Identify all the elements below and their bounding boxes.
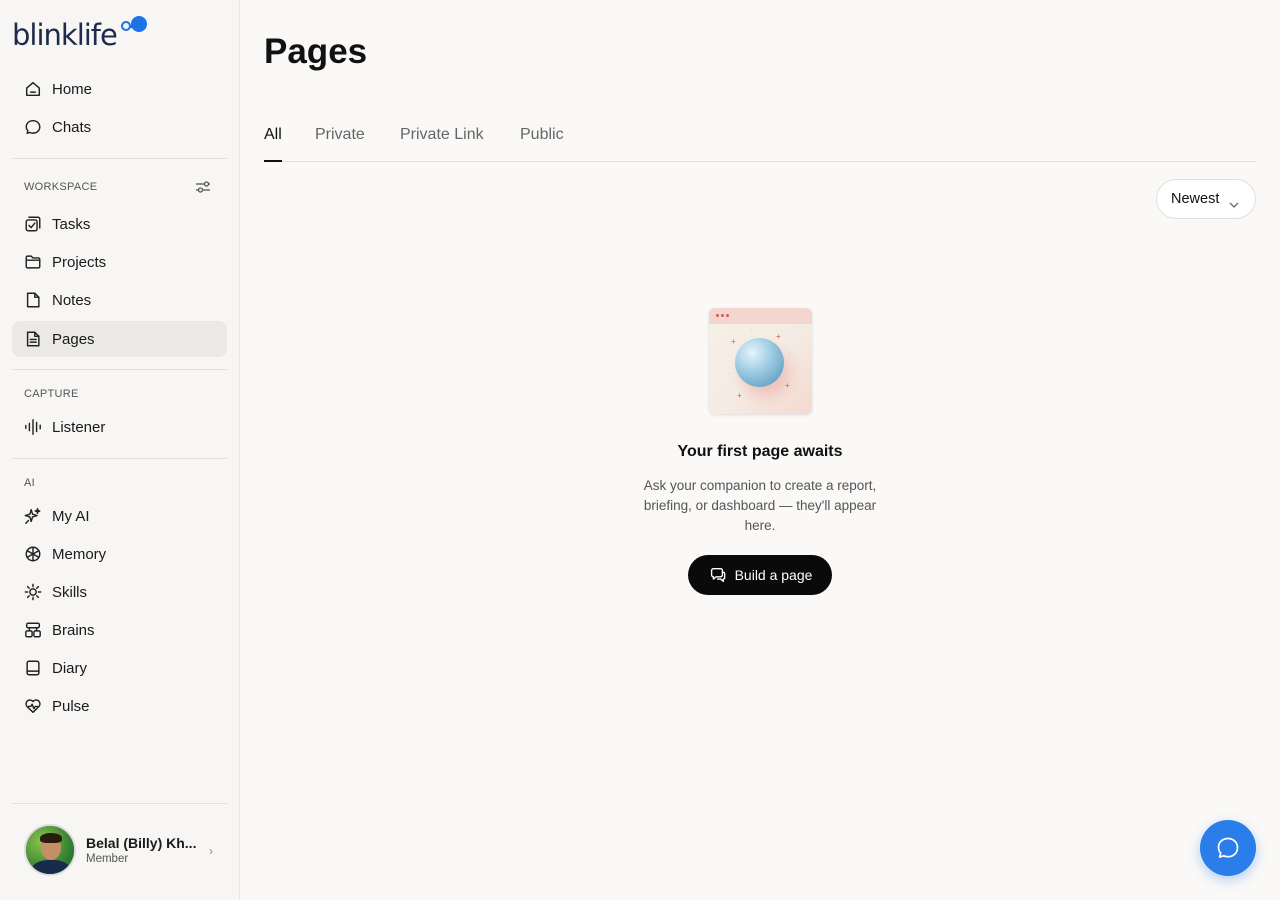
tab-bar: All Private Private Link Public	[264, 126, 1256, 162]
sidebar-item-tasks[interactable]: Tasks	[12, 206, 227, 242]
sidebar-item-label: Home	[52, 80, 93, 98]
brains-icon	[24, 621, 42, 639]
pulse-heart-icon	[24, 697, 42, 715]
sidebar-item-label: Brains	[52, 621, 95, 639]
sidebar-divider	[12, 803, 227, 804]
empty-state-title: Your first page awaits	[677, 443, 843, 460]
sidebar-item-my-ai[interactable]: My AI	[12, 498, 227, 534]
sidebar-item-label: Chats	[52, 118, 92, 136]
sidebar-item-label: Listener	[52, 418, 106, 436]
sidebar-item-pulse[interactable]: Pulse	[12, 688, 227, 724]
sidebar-item-memory[interactable]: Memory	[12, 536, 227, 572]
sidebar-divider	[12, 458, 227, 459]
sort-selected-value: Newest	[1171, 191, 1220, 207]
chevron-right-icon: ›	[209, 844, 213, 858]
tab-all[interactable]: All	[264, 126, 282, 162]
page-title: Pages	[264, 32, 368, 71]
tab-private[interactable]: Private	[315, 126, 365, 162]
build-page-label: Build a page	[734, 567, 813, 583]
sort-dropdown[interactable]: Newest	[1156, 179, 1256, 219]
waveform-icon	[24, 418, 42, 436]
empty-state-description: Ask your companion to create a report, b…	[643, 478, 877, 533]
chat-bubbles-icon	[708, 566, 726, 584]
home-icon	[24, 80, 42, 98]
memory-icon	[24, 545, 42, 563]
sidebar-item-label: Diary	[52, 659, 88, 677]
diary-icon	[24, 659, 42, 677]
empty-state-illustration: + + + + · · ·	[709, 308, 812, 414]
sidebar-item-notes[interactable]: Notes	[12, 282, 227, 318]
sidebar-item-listener[interactable]: Listener	[12, 409, 227, 445]
sidebar-item-brains[interactable]: Brains	[12, 612, 227, 648]
build-page-button[interactable]: Build a page	[688, 555, 832, 595]
sidebar-item-label: Pages	[52, 330, 95, 348]
sidebar-item-pages[interactable]: Pages	[12, 321, 227, 357]
sidebar-item-label: Projects	[52, 253, 107, 271]
section-label-ai: AI	[24, 477, 35, 489]
tasks-icon	[24, 215, 42, 233]
sidebar-item-skills[interactable]: Skills	[12, 574, 227, 610]
chat-bubble-icon	[1217, 837, 1239, 858]
skills-icon	[24, 583, 42, 601]
avatar	[24, 824, 76, 876]
sidebar-item-chats[interactable]: Chats	[12, 109, 227, 145]
note-icon	[24, 291, 42, 309]
chat-icon	[24, 118, 42, 136]
sidebar: blinklife Home Chats WORKSPACE Tasks Pro…	[0, 0, 240, 900]
sidebar-item-label: Pulse	[52, 697, 90, 715]
logo-text: blinklife	[12, 18, 118, 52]
blinklife-logo[interactable]: blinklife	[12, 14, 149, 50]
sidebar-divider	[12, 369, 227, 370]
section-label-capture: CAPTURE	[24, 388, 79, 400]
page-icon	[24, 330, 42, 348]
workspace-settings-icon[interactable]	[195, 180, 211, 194]
tab-private-link[interactable]: Private Link	[400, 126, 484, 162]
chevron-down-icon	[1229, 196, 1239, 208]
sparkle-icon	[24, 507, 42, 525]
sidebar-item-label: Memory	[52, 545, 107, 563]
logo-dots-icon	[119, 15, 149, 35]
sidebar-item-label: Notes	[52, 291, 92, 309]
chat-fab-button[interactable]	[1200, 820, 1256, 876]
sidebar-item-label: My AI	[52, 507, 90, 525]
sidebar-divider	[12, 158, 227, 159]
sidebar-item-label: Skills	[52, 583, 88, 601]
folder-icon	[24, 253, 42, 271]
user-role: Member	[86, 853, 129, 865]
tab-public[interactable]: Public	[520, 126, 564, 162]
sidebar-item-diary[interactable]: Diary	[12, 650, 227, 686]
user-profile[interactable]: Belal (Billy) Kh... Member ›	[12, 822, 227, 878]
sidebar-item-label: Tasks	[52, 215, 91, 233]
section-label-workspace: WORKSPACE	[24, 181, 98, 193]
user-name: Belal (Billy) Kh...	[86, 835, 197, 851]
sidebar-item-home[interactable]: Home	[12, 71, 227, 107]
sidebar-item-projects[interactable]: Projects	[12, 244, 227, 280]
